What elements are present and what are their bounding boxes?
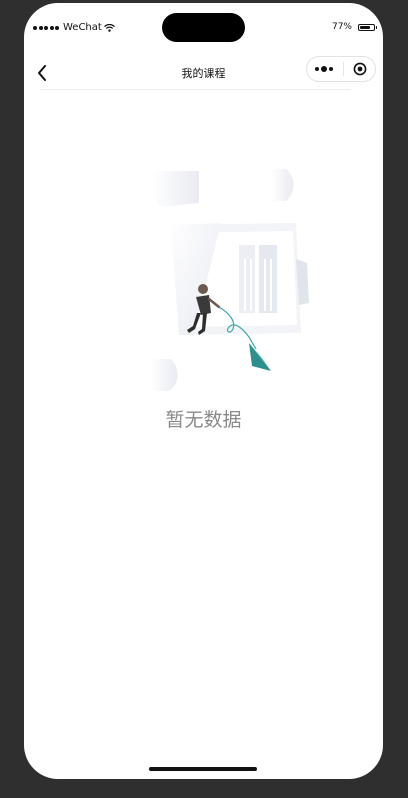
battery-percent: 77%: [331, 22, 352, 32]
status-bar: WeChat 77%: [24, 3, 383, 53]
signal-icon: [33, 25, 59, 30]
carrier-name: WeChat: [63, 22, 102, 33]
empty-state-illustration: [151, 169, 309, 391]
dynamic-island: [162, 13, 245, 42]
capsule-divider: [342, 62, 344, 76]
home-indicator[interactable]: [149, 767, 257, 771]
carrier-info: WeChat: [33, 22, 115, 33]
navigation-bar: 我的课程: [24, 53, 383, 91]
more-button[interactable]: [315, 66, 333, 72]
wifi-icon: [103, 23, 115, 32]
battery-status: 77%: [331, 22, 377, 32]
battery-icon: [358, 23, 377, 31]
empty-state-message: 暂无数据: [165, 409, 242, 431]
mini-program-capsule: [306, 56, 376, 82]
phone-screen: WeChat 77% 我的课程 暂无数据: [24, 3, 383, 779]
nav-divider: [40, 89, 351, 90]
close-target-button[interactable]: [353, 62, 367, 76]
